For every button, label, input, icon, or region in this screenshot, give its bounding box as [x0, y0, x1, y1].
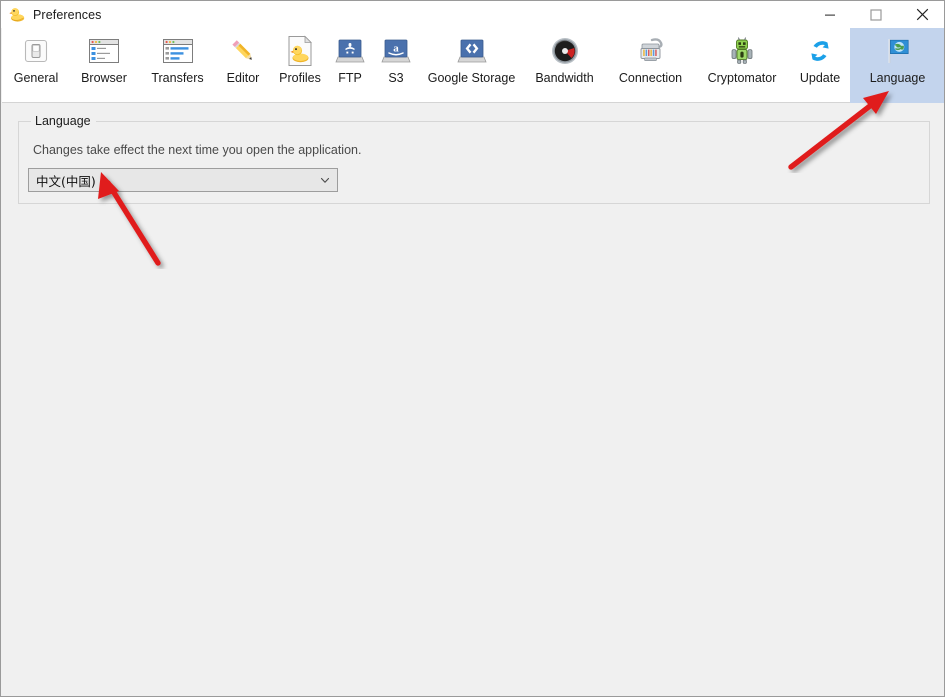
minimize-button[interactable] — [807, 1, 853, 28]
tab-bandwidth[interactable]: Bandwidth — [522, 28, 607, 103]
maximize-icon — [870, 8, 882, 21]
language-select-value: 中文(中国) — [36, 173, 96, 189]
tab-browser[interactable]: Browser — [68, 28, 140, 103]
refresh-arrows-icon — [803, 34, 837, 68]
tab-transfers-label: Transfers — [151, 71, 204, 85]
close-icon — [916, 8, 928, 21]
duck-document-icon — [283, 34, 317, 68]
title-bar: Preferences — [1, 1, 944, 28]
maximize-button[interactable] — [853, 1, 899, 28]
svg-text:a: a — [393, 43, 399, 55]
tab-general-label: General — [13, 71, 59, 85]
close-button[interactable] — [899, 1, 944, 28]
tab-connection[interactable]: Connection — [607, 28, 694, 103]
tab-s3-label: S3 — [388, 71, 404, 85]
tab-browser-label: Browser — [81, 71, 127, 85]
ftp-drive-icon — [333, 34, 367, 68]
window-title: Preferences — [33, 7, 102, 22]
preferences-content: Language Changes take effect the next ti… — [2, 104, 944, 696]
tab-google-storage[interactable]: Google Storage — [421, 28, 522, 103]
language-groupbox: Language Changes take effect the next ti… — [18, 113, 930, 204]
pencil-icon — [226, 34, 260, 68]
language-description: Changes take effect the next time you op… — [33, 143, 362, 157]
tab-cryptomator[interactable]: Cryptomator — [694, 28, 790, 103]
toggle-switch-icon — [19, 34, 53, 68]
language-groupbox-title: Language — [31, 113, 96, 129]
amazon-s3-icon: a — [379, 34, 413, 68]
tab-transfers[interactable]: Transfers — [140, 28, 215, 103]
tab-general[interactable]: General — [4, 28, 68, 103]
chevron-down-icon — [319, 169, 331, 191]
blue-flag-icon — [881, 34, 915, 68]
tab-update[interactable]: Update — [790, 28, 850, 103]
transfers-window-icon — [161, 34, 195, 68]
tab-language[interactable]: Language — [850, 28, 944, 103]
tab-editor-label: Editor — [226, 71, 260, 85]
tab-bandwidth-label: Bandwidth — [535, 71, 594, 85]
tab-update-label: Update — [799, 71, 841, 85]
duck-icon — [9, 8, 25, 22]
speedometer-icon — [548, 34, 582, 68]
browser-window-icon — [87, 34, 121, 68]
tab-language-label: Language — [869, 71, 926, 85]
tab-s3[interactable]: a S3 — [371, 28, 421, 103]
tab-ftp-label: FTP — [338, 71, 362, 85]
tab-cryptomator-label: Cryptomator — [707, 71, 777, 85]
title-bar-left: Preferences — [9, 1, 102, 28]
preferences-window: Preferences General Browser Transfers Ed… — [0, 0, 945, 697]
google-storage-icon — [455, 34, 489, 68]
tab-connection-label: Connection — [618, 71, 683, 85]
preferences-toolbar: General Browser Transfers Editor Profile… — [2, 28, 944, 103]
tab-editor[interactable]: Editor — [215, 28, 271, 103]
rj45-plug-icon — [634, 34, 668, 68]
minimize-icon — [825, 14, 835, 16]
tab-profiles[interactable]: Profiles — [271, 28, 329, 103]
tab-google-storage-label: Google Storage — [427, 71, 516, 85]
tab-profiles-label: Profiles — [279, 71, 321, 85]
cryptomator-robot-icon — [725, 34, 759, 68]
language-select[interactable]: 中文(中国) — [28, 168, 338, 192]
tab-ftp[interactable]: FTP — [329, 28, 371, 103]
